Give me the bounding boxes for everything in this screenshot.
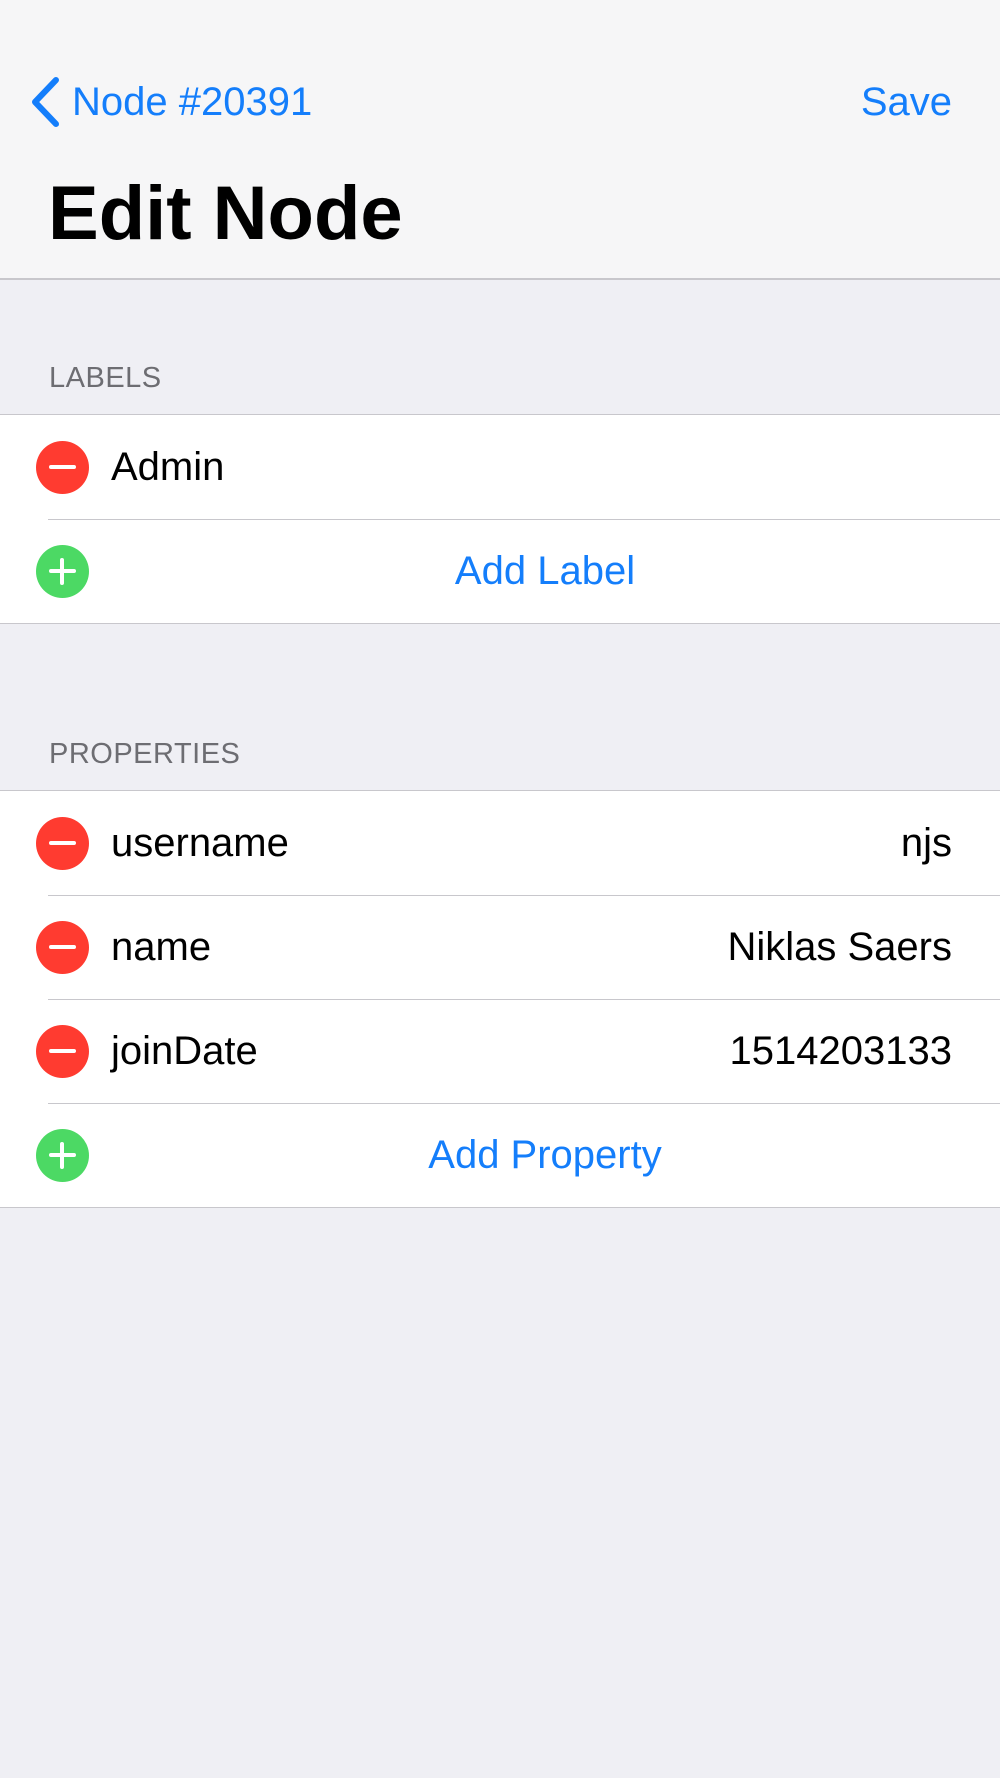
label-name[interactable]: Admin [111,445,224,490]
chevron-left-icon [32,77,59,127]
add-property-row[interactable]: Add Property [0,1103,1000,1207]
property-key[interactable]: username [111,821,289,866]
minus-icon [49,945,76,949]
property-value[interactable]: 1514203133 [730,1029,952,1074]
label-row: Admin [0,415,1000,519]
remove-property-button[interactable] [36,921,89,974]
page-title: Edit Node [48,171,403,256]
property-value[interactable]: njs [901,821,952,866]
back-button-label: Node #20391 [72,79,313,124]
add-label-button[interactable]: Add Label [0,549,1000,594]
remove-property-button[interactable] [36,1025,89,1078]
properties-section-header: PROPERTIES [49,738,241,770]
properties-group: username njs name Niklas Saers joinDate … [0,790,1000,1208]
minus-icon [49,841,76,845]
labels-section-header: LABELS [49,362,162,394]
property-value[interactable]: Niklas Saers [727,925,952,970]
property-key[interactable]: joinDate [111,1029,258,1074]
minus-icon [49,1049,76,1053]
back-button[interactable]: Node #20391 [28,74,312,130]
remove-label-button[interactable] [36,441,89,494]
property-row: joinDate 1514203133 [0,999,1000,1103]
navigation-bar: Node #20391 Save Edit Node [0,0,1000,280]
minus-icon [49,465,76,469]
property-key[interactable]: name [111,925,211,970]
property-row: name Niklas Saers [0,895,1000,999]
add-label-row[interactable]: Add Label [0,519,1000,623]
property-row: username njs [0,791,1000,895]
add-property-button[interactable]: Add Property [0,1133,1000,1178]
save-button[interactable]: Save [861,74,952,130]
remove-property-button[interactable] [36,817,89,870]
labels-group: Admin Add Label [0,414,1000,624]
